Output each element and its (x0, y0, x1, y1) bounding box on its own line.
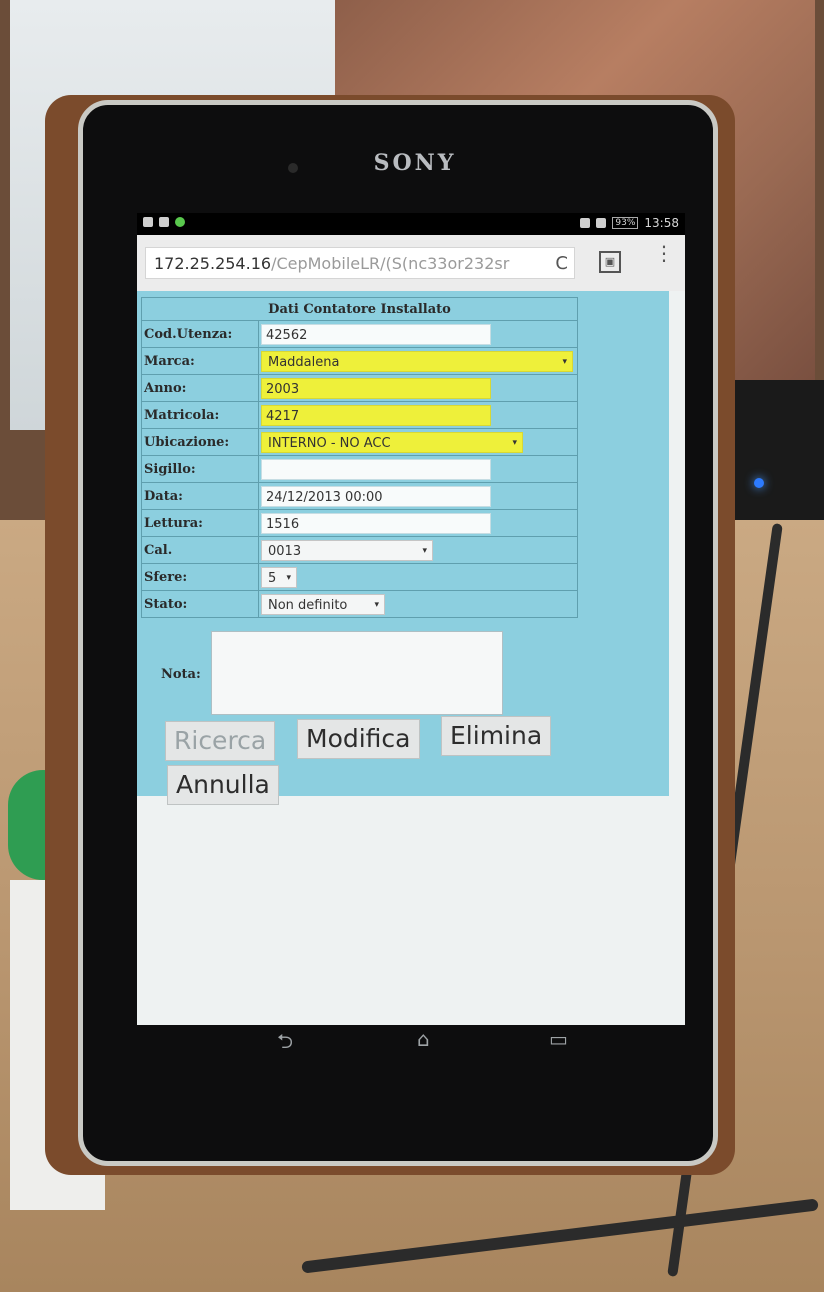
chevron-down-icon: ▾ (562, 356, 567, 367)
status-bar: 93% 13:58 (137, 213, 685, 235)
home-icon[interactable]: ⌂ (417, 1027, 430, 1051)
phone-screen: 93% 13:58 172.25.254.16/CepMobileLR/(S(n… (137, 213, 685, 1025)
back-icon[interactable]: ⮌ (277, 1027, 293, 1061)
chevron-down-icon: ▾ (512, 437, 517, 448)
android-navbar: ⮌ ⌂ ▭ (137, 1020, 685, 1060)
sfere-select[interactable]: 5 ▾ (261, 566, 297, 588)
front-camera (288, 163, 298, 173)
ricerca-button[interactable]: Ricerca (165, 721, 276, 761)
clock: 13:58 (644, 216, 679, 230)
cod-utenza-label: Cod.Utenza: (141, 320, 259, 348)
cal-value: 0013 (268, 543, 302, 559)
sync-icon (175, 217, 185, 227)
recents-icon[interactable]: ▭ (549, 1027, 568, 1051)
ubicazione-value: INTERNO - NO ACC (268, 435, 391, 451)
ubicazione-select[interactable]: INTERNO - NO ACC ▾ (261, 431, 523, 453)
chevron-down-icon: ▾ (286, 572, 291, 583)
sfere-value: 5 (268, 570, 277, 586)
tabs-icon[interactable]: ▣ (599, 251, 621, 273)
sigillo-label: Sigillo: (141, 455, 259, 483)
cod-utenza-field[interactable]: 42562 (261, 323, 491, 345)
lettura-field[interactable]: 1516 (261, 512, 491, 534)
modifica-button[interactable]: Modifica (297, 719, 420, 759)
matricola-field[interactable]: 4217 (261, 404, 491, 426)
stato-value: Non definito (268, 597, 348, 613)
sigillo-field[interactable] (261, 458, 491, 480)
reload-icon[interactable]: C (555, 248, 568, 278)
cal-select[interactable]: 0013 ▾ (261, 539, 433, 561)
brand-logo: SONY (373, 150, 457, 176)
signal-icon (596, 218, 607, 228)
wifi-icon (580, 218, 591, 228)
data-label: Data: (141, 482, 259, 510)
image-icon (159, 217, 169, 227)
power-led (754, 478, 764, 488)
nota-textarea[interactable] (211, 631, 503, 715)
nota-label: Nota: (161, 667, 201, 682)
anno-label: Anno: (141, 374, 259, 402)
sfere-label: Sfere: (141, 563, 259, 591)
overflow-menu-icon[interactable]: ⋮ (654, 243, 674, 263)
marca-select[interactable]: Maddalena ▾ (261, 350, 573, 372)
stato-select[interactable]: Non definito ▾ (261, 593, 385, 615)
chevron-down-icon: ▾ (374, 599, 379, 610)
data-field[interactable]: 24/12/2013 00:00 (261, 485, 491, 507)
url-host: 172.25.254.16 (154, 254, 272, 273)
stato-label: Stato: (141, 590, 259, 618)
form-panel: Dati Contatore Installato Cod.Utenza: 42… (137, 291, 669, 805)
browser-toolbar: 172.25.254.16/CepMobileLR/(S(nc33or232sr… (137, 235, 685, 292)
address-bar[interactable]: 172.25.254.16/CepMobileLR/(S(nc33or232sr… (145, 247, 575, 279)
form-title: Dati Contatore Installato (141, 297, 578, 321)
elimina-button[interactable]: Elimina (441, 716, 552, 756)
cal-label: Cal. (141, 536, 259, 564)
ubicazione-label: Ubicazione: (141, 428, 259, 456)
marca-label: Marca: (141, 347, 259, 375)
notification-icon (143, 217, 153, 227)
battery-indicator: 93% (612, 217, 639, 229)
url-path: /CepMobileLR/(S(nc33or232sr (271, 254, 510, 273)
lettura-label: Lettura: (141, 509, 259, 537)
anno-field[interactable]: 2003 (261, 377, 491, 399)
nota-section: Nota: (159, 631, 504, 715)
annulla-button[interactable]: Annulla (167, 765, 279, 805)
marca-value: Maddalena (268, 354, 340, 370)
meter-form: Dati Contatore Installato Cod.Utenza: 42… (141, 297, 578, 618)
web-page: Dati Contatore Installato Cod.Utenza: 42… (137, 291, 685, 1025)
right-monitor (720, 380, 824, 520)
matricola-label: Matricola: (141, 401, 259, 429)
chevron-down-icon: ▾ (422, 545, 427, 556)
